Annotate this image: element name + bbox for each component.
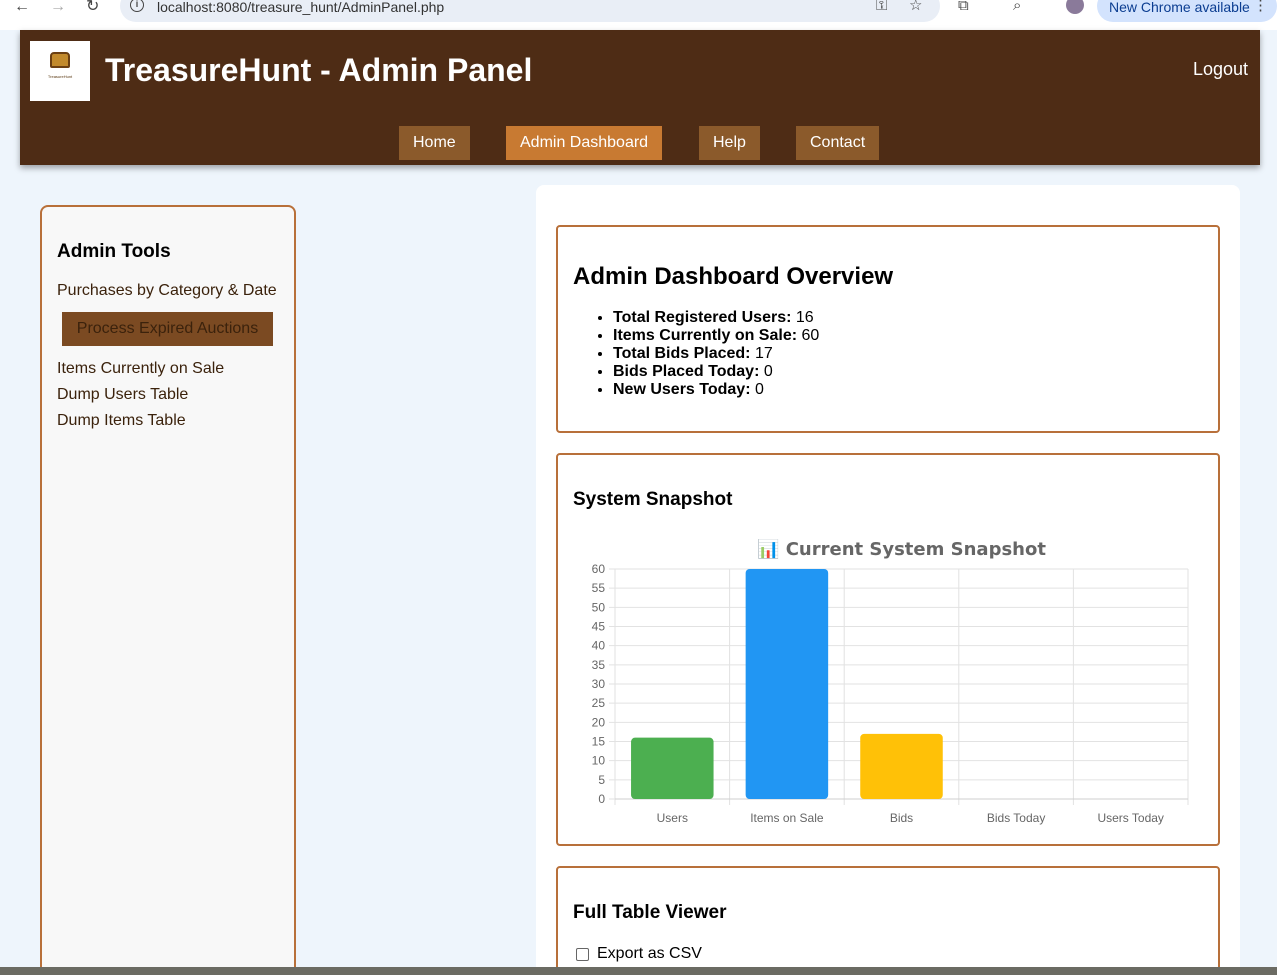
list-item: New Users Today: 0	[613, 381, 819, 399]
y-tick-label: 35	[592, 658, 606, 672]
macos-dock-strip	[0, 967, 1277, 975]
table-viewer-title: Full Table Viewer	[573, 902, 727, 923]
x-tick-label: Users	[657, 811, 688, 825]
overview-card: Admin Dashboard Overview Total Registere…	[556, 225, 1220, 433]
tab-search-icon[interactable]: ⌕	[1013, 0, 1021, 14]
key-icon[interactable]: ⚿	[876, 0, 887, 14]
stat-label: Items Currently on Sale:	[613, 327, 798, 344]
export-csv-label[interactable]: Export as CSV	[597, 944, 702, 964]
nav-home[interactable]: Home	[399, 126, 470, 160]
stat-value: 60	[801, 327, 820, 344]
page-title: TreasureHunt - Admin Panel	[105, 52, 533, 88]
admin-sidebar: Admin Tools Purchases by Category & Date…	[40, 205, 296, 975]
bar-users	[631, 737, 714, 799]
treasure-chest-icon	[50, 52, 70, 68]
y-tick-label: 15	[592, 735, 606, 749]
x-tick-label: Bids	[890, 811, 913, 825]
export-csv-checkbox[interactable]	[576, 947, 589, 961]
snapshot-chart: 📊 Current System Snapshot 0 5 10 15 20 25 30 35 4…	[592, 538, 1189, 825]
forward-icon[interactable]: →	[50, 0, 66, 15]
y-tick-label: 45	[592, 620, 606, 634]
dump-users-link[interactable]: Dump Users Table	[57, 385, 188, 405]
extensions-icon[interactable]: ⧉	[958, 0, 969, 14]
list-item: Total Bids Placed: 17	[613, 345, 819, 363]
x-tick-label: Users Today	[1097, 811, 1163, 825]
x-tick-label: Bids Today	[987, 811, 1045, 825]
stat-value: 16	[795, 309, 814, 326]
update-chrome-label[interactable]: New Chrome available	[1109, 0, 1250, 14]
stat-label: Bids Placed Today:	[613, 363, 760, 380]
y-tick-label: 60	[592, 562, 606, 576]
purchases-link[interactable]: Purchases by Category & Date	[57, 281, 277, 301]
y-tick-label: 30	[592, 677, 606, 691]
y-tick-label: 50	[592, 600, 606, 614]
y-tick-label: 25	[592, 696, 606, 710]
site-logo[interactable]: TreasureHunt	[30, 41, 90, 101]
menu-icon[interactable]: ⋮	[1253, 0, 1268, 14]
y-tick-label: 55	[592, 581, 606, 595]
y-tick-label: 40	[592, 639, 606, 653]
nav-admin-dashboard[interactable]: Admin Dashboard	[506, 126, 663, 160]
stat-value: 0	[763, 363, 773, 380]
nav-contact[interactable]: Contact	[796, 126, 880, 160]
site-header: TreasureHunt TreasureHunt - Admin Panel …	[20, 30, 1260, 165]
y-tick-label: 5	[598, 773, 605, 787]
stat-label: New Users Today:	[613, 381, 751, 398]
reload-icon[interactable]: ↻	[86, 0, 99, 15]
stat-label: Total Registered Users:	[613, 309, 792, 326]
dump-items-link[interactable]: Dump Items Table	[57, 411, 186, 431]
x-tick-label: Items on Sale	[750, 811, 824, 825]
items-on-sale-link[interactable]: Items Currently on Sale	[57, 359, 224, 379]
logo-text: TreasureHunt	[47, 74, 73, 79]
stats-list: Total Registered Users: 16 Items Current…	[613, 309, 819, 399]
overview-title: Admin Dashboard Overview	[573, 263, 894, 290]
list-item: Items Currently on Sale: 60	[613, 327, 819, 345]
back-icon[interactable]: ←	[14, 0, 30, 15]
nav-help[interactable]: Help	[699, 126, 760, 160]
bar-bids	[860, 733, 943, 799]
star-icon[interactable]: ☆	[909, 0, 922, 14]
y-tick-label: 0	[598, 792, 605, 806]
y-tick-label: 20	[592, 715, 606, 729]
main-content: Admin Dashboard Overview Total Registere…	[536, 185, 1240, 975]
stat-value: 0	[754, 381, 764, 398]
process-expired-auctions-button[interactable]: Process Expired Auctions	[62, 312, 273, 346]
list-item: Total Registered Users: 16	[613, 309, 819, 327]
sidebar-title: Admin Tools	[57, 241, 171, 262]
list-item: Bids Placed Today: 0	[613, 363, 819, 381]
url-text[interactable]: localhost:8080/treasure_hunt/AdminPanel.…	[157, 0, 444, 14]
snapshot-card: System Snapshot 📊 Current System Snapsho…	[556, 453, 1220, 846]
browser-toolbar: ← → ↻ i localhost:8080/treasure_hunt/Adm…	[0, 0, 1277, 30]
chart-title: 📊 Current System Snapshot	[757, 538, 1046, 560]
bar-items-on-sale	[745, 569, 829, 799]
stat-value: 17	[754, 345, 773, 362]
logout-link[interactable]: Logout	[1193, 58, 1248, 80]
profile-avatar[interactable]	[1066, 0, 1084, 14]
stat-label: Total Bids Placed:	[613, 345, 751, 362]
y-tick-label: 10	[592, 754, 606, 768]
export-csv-option[interactable]: Export as CSV	[576, 944, 702, 964]
table-viewer-card: Full Table Viewer Export as CSV	[556, 866, 1220, 975]
